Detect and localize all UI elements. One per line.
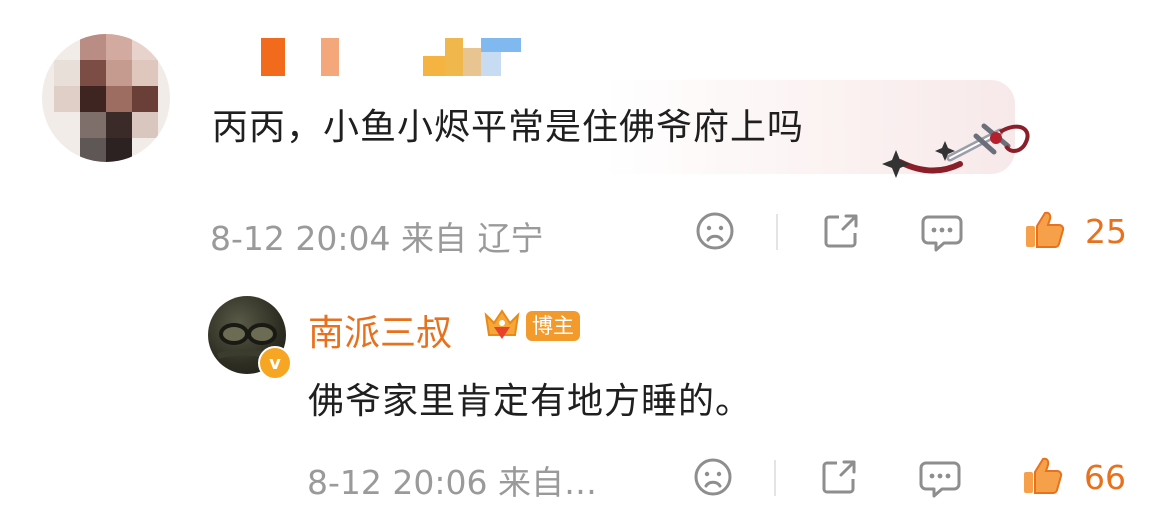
comment-icon[interactable] [920, 212, 964, 254]
comment-meta: 8-12 20:04 来自 辽宁 [210, 212, 544, 260]
reply-author-name[interactable]: 南派三叔 [308, 304, 452, 356]
sword-decoration-icon [882, 123, 1030, 178]
like-count: 66 [1084, 458, 1126, 497]
comment-icon[interactable] [918, 458, 962, 500]
reply-meta: 8-12 20:06 来自… [307, 456, 597, 504]
comment-time: 8-12 20:04 [210, 219, 391, 258]
like-count: 25 [1085, 212, 1127, 251]
thumbs-up-icon[interactable] [1022, 208, 1066, 252]
reply-text: 佛爷家里肯定有地方睡的。 [308, 381, 753, 422]
blogger-badge: 博主 [526, 311, 580, 341]
share-icon[interactable] [820, 210, 862, 252]
comment-text: 丙丙，小鱼小烬平常是住佛爷府上吗 [212, 107, 805, 148]
thumbs-up-icon[interactable] [1020, 454, 1064, 498]
commenter-name-blurred[interactable] [255, 32, 545, 76]
reply-time: 8-12 20:06 [307, 463, 488, 502]
emoji-face-icon[interactable] [694, 210, 736, 252]
share-icon[interactable] [818, 456, 860, 498]
comment-source: 来自 辽宁 [401, 219, 544, 258]
commenter-avatar[interactable] [42, 34, 170, 162]
verified-icon: v [258, 346, 292, 380]
divider [776, 214, 778, 250]
divider [774, 460, 776, 496]
emoji-face-icon[interactable] [692, 456, 734, 498]
reply-source: 来自… [498, 463, 597, 502]
